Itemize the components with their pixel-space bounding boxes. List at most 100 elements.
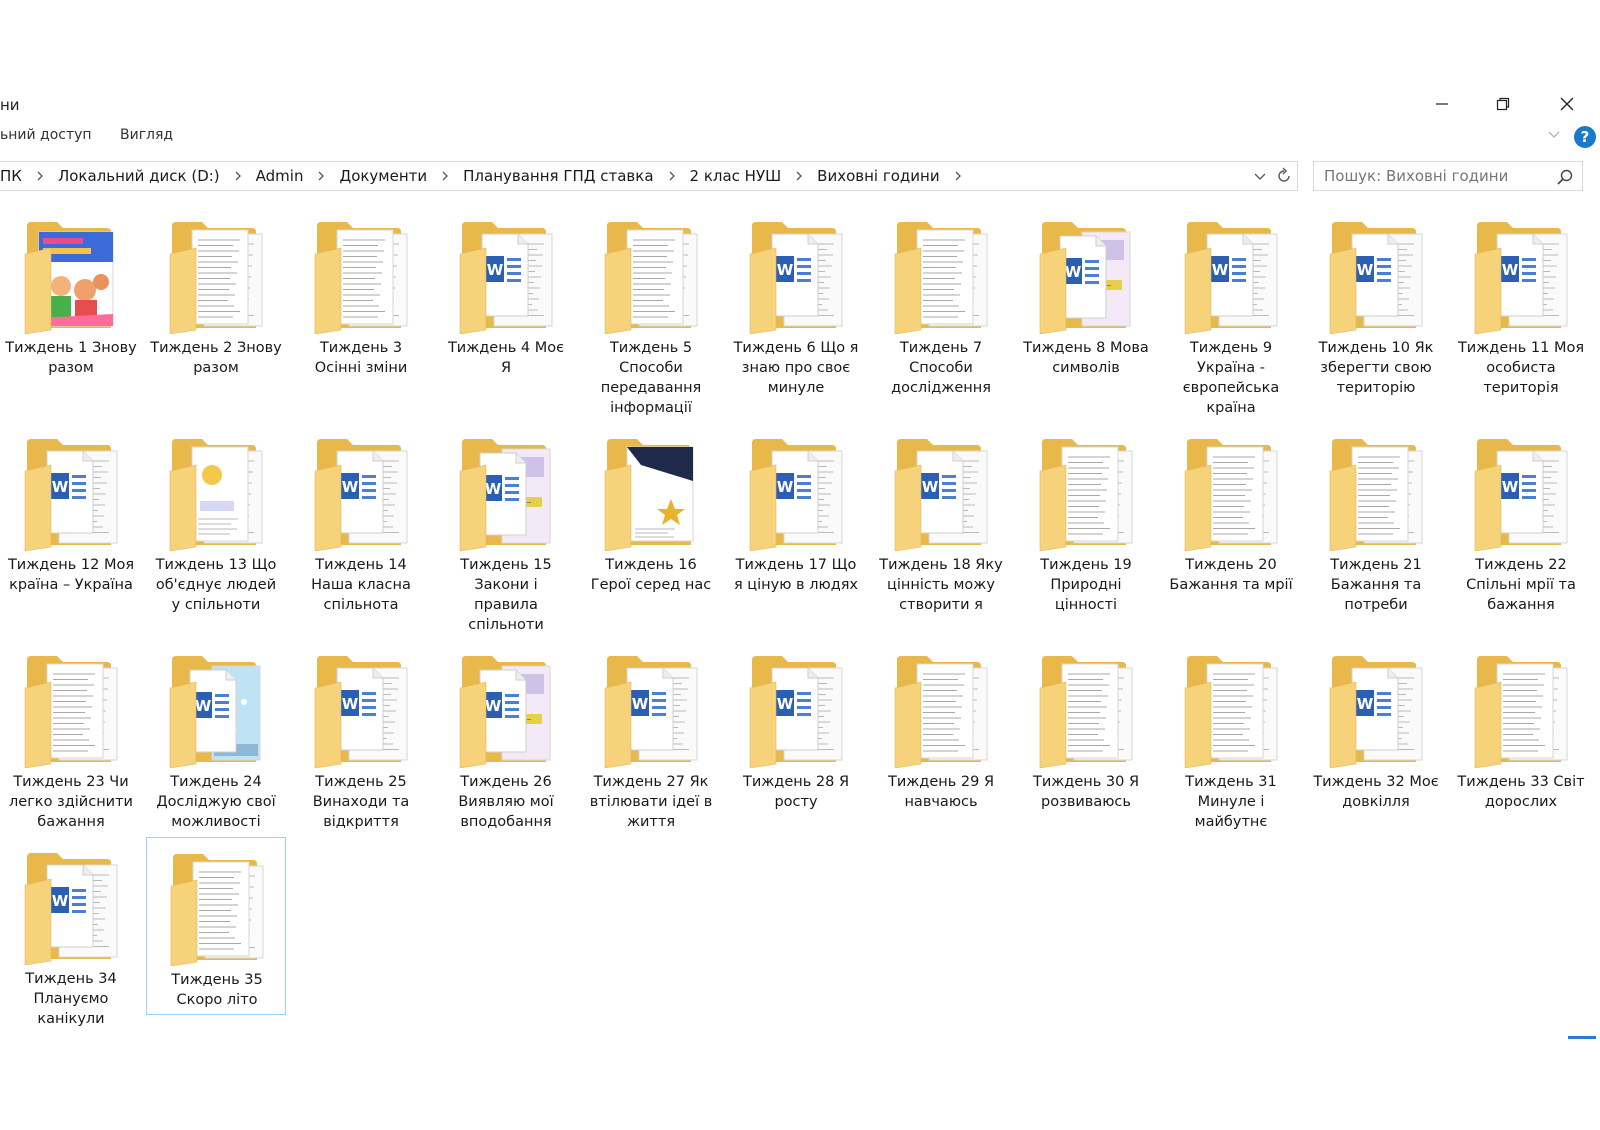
- folder-item[interactable]: Тиждень 7 Способи дослідження: [871, 212, 1011, 396]
- folder-label: Тиждень 24 Досліджую свої можливості: [146, 772, 286, 832]
- search-icon[interactable]: [1556, 168, 1574, 186]
- chevron-right-icon[interactable]: [437, 170, 453, 182]
- chevron-right-icon[interactable]: [313, 170, 329, 182]
- folder-icon: [21, 218, 121, 335]
- folder-item[interactable]: Тиждень 29 Я навчаюсь: [871, 646, 1011, 824]
- folder-label: Тиждень 27 Як втілювати ідеї в життя: [581, 772, 721, 832]
- folder-label: Тиждень 12 Моя країна – Україна: [1, 555, 141, 595]
- folder-item[interactable]: Тиждень 35 Скоро літо: [146, 837, 286, 1015]
- folder-label: Тиждень 31 Минуле і майбутнє: [1161, 772, 1301, 832]
- folder-item[interactable]: Тиждень 30 Я розвиваюсь: [1016, 646, 1156, 824]
- folder-item[interactable]: Тиждень 31 Минуле і майбутнє: [1161, 646, 1301, 830]
- folder-item[interactable]: W Тиждень 9 Україна - європейська країна: [1161, 212, 1301, 416]
- folder-label-line: Герої серед нас: [590, 577, 712, 593]
- restore-icon: [1496, 97, 1510, 111]
- folder-icon: [601, 218, 701, 335]
- search-input[interactable]: Пошук: Виховні години: [1313, 161, 1583, 191]
- chevron-right-icon[interactable]: [791, 170, 807, 182]
- breadcrumb-item[interactable]: Планування ГПД ставка: [458, 167, 684, 185]
- address-bar[interactable]: ПК Локальний диск (D:) Admin Документи Плану…: [0, 161, 1298, 191]
- chevron-down-icon[interactable]: [1546, 128, 1562, 142]
- folder-item[interactable]: W Тиждень 34 Плануємо канікули: [1, 843, 141, 1027]
- breadcrumb-item[interactable]: Локальний диск (D:): [53, 167, 251, 185]
- breadcrumb-label: Виховні години: [817, 167, 940, 185]
- folder-item[interactable]: Тиждень 21 Бажання та потреби: [1306, 429, 1446, 613]
- folder-item[interactable]: W Тиждень 10 Як зберегти свою територію: [1306, 212, 1446, 396]
- breadcrumb-item[interactable]: 2 клас НУШ: [685, 167, 813, 185]
- folder-label-line: спільноти: [468, 617, 544, 633]
- help-icon[interactable]: ?: [1574, 126, 1596, 148]
- folder-item[interactable]: W Тиждень 22 Спільні мрії та бажання: [1451, 429, 1591, 613]
- folder-label-line: Тиждень 25: [315, 774, 407, 790]
- tab-view[interactable]: Вигляд: [120, 127, 173, 143]
- folder-label-line: втілювати ідеї в: [589, 794, 713, 810]
- folder-label-line: Тиждень 34: [25, 971, 117, 987]
- restore-button[interactable]: [1488, 90, 1518, 118]
- folder-label: Тиждень 17 Що я ціную в людях: [726, 555, 866, 595]
- chevron-right-icon[interactable]: [950, 170, 966, 182]
- folder-label: Тиждень 23 Чи легко здійснити бажання: [1, 772, 141, 832]
- folder-icon: [1471, 652, 1571, 769]
- svg-text:W: W: [922, 478, 939, 496]
- folder-item[interactable]: W Тиждень 24 Досліджую свої можливості: [146, 646, 286, 830]
- folder-label-line: Тиждень 22: [1475, 557, 1567, 573]
- folder-label-line: Тиждень 13 Що: [155, 557, 277, 573]
- folder-label-line: спільнота: [323, 597, 399, 613]
- folder-item[interactable]: ~~ W Тиждень 26 Виявляю мої вподобання: [436, 646, 576, 830]
- folder-item[interactable]: W Тиждень 14 Наша класна спільнота: [291, 429, 431, 613]
- folder-item[interactable]: W Тиждень 6 Що я знаю про своє минуле: [726, 212, 866, 396]
- folder-item[interactable]: ~~ W Тиждень 15 Закони і правила спільноти: [436, 429, 576, 633]
- folder-item[interactable]: W Тиждень 18 Яку цінність можу створити я: [871, 429, 1011, 613]
- folder-label-line: Тиждень 20: [1185, 557, 1277, 573]
- folder-label-line: територію: [1336, 380, 1416, 396]
- chevron-right-icon[interactable]: [664, 170, 680, 182]
- folder-item[interactable]: W Тиждень 12 Моя країна – Україна: [1, 429, 141, 607]
- folder-item[interactable]: Тиждень 1 Знову разом: [1, 212, 141, 390]
- folder-item[interactable]: Тиждень 5 Способи передавання інформації: [581, 212, 721, 416]
- folder-label-line: символів: [1052, 360, 1120, 376]
- folder-item[interactable]: Тиждень 20 Бажання та мрії: [1161, 429, 1301, 607]
- folder-item[interactable]: W Тиждень 17 Що я ціную в людях: [726, 429, 866, 607]
- folder-label-line: росту: [774, 794, 818, 810]
- svg-text:W: W: [52, 892, 69, 910]
- folder-item[interactable]: Тиждень 23 Чи легко здійснити бажання: [1, 646, 141, 830]
- close-button[interactable]: [1552, 90, 1582, 118]
- folder-item[interactable]: W Тиждень 4 Моє Я: [436, 212, 576, 390]
- folder-label: Тиждень 21 Бажання та потреби: [1306, 555, 1446, 615]
- folder-label: Тиждень 28 Я росту: [726, 772, 866, 812]
- folder-item[interactable]: Тиждень 2 Знову разом: [146, 212, 286, 390]
- breadcrumb-item[interactable]: Документи: [334, 167, 458, 185]
- folder-label: Тиждень 8 Мова символів: [1016, 338, 1156, 378]
- folder-label-line: Досліджую свої: [156, 794, 276, 810]
- scrollbar-marker[interactable]: [1568, 1036, 1596, 1039]
- breadcrumb-item[interactable]: Виховні години: [812, 167, 970, 185]
- chevron-right-icon[interactable]: [230, 170, 246, 182]
- breadcrumb-item[interactable]: Admin: [251, 167, 335, 185]
- folder-item[interactable]: ~~ W Тиждень 8 Мова символів: [1016, 212, 1156, 390]
- folder-label-line: об'єднує людей: [155, 577, 277, 593]
- folder-item[interactable]: Тиждень 19 Природні цінності: [1016, 429, 1156, 613]
- folder-item[interactable]: Тиждень 13 Що об'єднує людей у спільноти: [146, 429, 286, 613]
- refresh-icon[interactable]: [1274, 166, 1294, 186]
- folder-item[interactable]: W Тиждень 11 Моя особиста територія: [1451, 212, 1591, 396]
- folder-label-line: Скоро літо: [176, 992, 258, 1008]
- minimize-button[interactable]: [1427, 90, 1457, 118]
- folder-label: Тиждень 13 Що об'єднує людей у спільноти: [146, 555, 286, 615]
- folder-label-line: Минуле і: [1197, 794, 1265, 810]
- breadcrumb-item[interactable]: ПК: [0, 167, 53, 185]
- folder-label-line: довкілля: [1342, 794, 1410, 810]
- folder-item[interactable]: Тиждень 33 Світ дорослих: [1451, 646, 1591, 824]
- folder-label-line: Тиждень 19: [1040, 557, 1132, 573]
- chevron-right-icon[interactable]: [32, 170, 48, 182]
- folder-item[interactable]: W Тиждень 27 Як втілювати ідеї в життя: [581, 646, 721, 830]
- folder-item[interactable]: W Тиждень 25 Винаходи та відкриття: [291, 646, 431, 830]
- address-dropdown-icon[interactable]: [1252, 168, 1268, 184]
- folder-label-line: Тиждень 3: [319, 340, 403, 356]
- folder-item[interactable]: W Тиждень 32 Моє довкілля: [1306, 646, 1446, 824]
- folder-item[interactable]: Тиждень 3 Осінні зміни: [291, 212, 431, 390]
- folder-label-line: Бажання та: [1330, 577, 1422, 593]
- folder-item[interactable]: W Тиждень 28 Я росту: [726, 646, 866, 824]
- folder-item[interactable]: Тиждень 16 Герої серед нас: [581, 429, 721, 607]
- breadcrumb-label: 2 клас НУШ: [689, 167, 782, 185]
- tab-share[interactable]: ьний доступ: [0, 127, 92, 143]
